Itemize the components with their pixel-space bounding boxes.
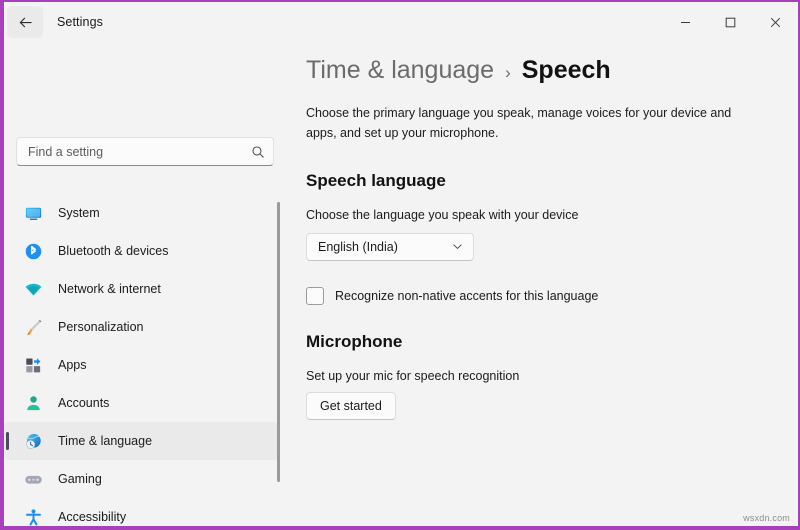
window-controls xyxy=(663,2,798,42)
sidebar-item-personalization[interactable]: Personalization xyxy=(4,308,278,346)
sidebar-item-label: Bluetooth & devices xyxy=(58,244,169,258)
main-content: Time & language › Speech Choose the prim… xyxy=(286,42,798,526)
watermark: wsxdn.com xyxy=(743,513,790,523)
settings-window: Settings Find a setting System Bluetooth… xyxy=(0,0,800,530)
page-description: Choose the primary language you speak, m… xyxy=(306,106,732,141)
back-button[interactable] xyxy=(7,6,43,38)
sidebar-item-label: Personalization xyxy=(58,320,144,334)
back-arrow-icon xyxy=(19,17,32,27)
search-input[interactable] xyxy=(28,144,251,159)
section-title-speech-language: Speech language xyxy=(306,170,446,190)
sidebar-item-label: Apps xyxy=(58,358,87,372)
sidebar-item-bluetooth-devices[interactable]: Bluetooth & devices xyxy=(4,232,278,270)
search-icon xyxy=(251,145,265,159)
breadcrumb: Time & language › Speech xyxy=(306,56,798,85)
sidebar-item-label: Network & internet xyxy=(58,282,161,296)
sidebar-nav: System Bluetooth & devices Network & int… xyxy=(4,194,286,526)
accessibility-person-icon xyxy=(22,506,44,526)
close-button[interactable] xyxy=(753,2,798,42)
sidebar-item-label: Accounts xyxy=(58,396,110,410)
page-title: Speech xyxy=(521,56,611,84)
gamepad-icon xyxy=(22,468,44,490)
speech-language-dropdown[interactable]: English (India) xyxy=(306,232,474,261)
sidebar-item-label: Accessibility xyxy=(58,510,127,524)
minimize-button[interactable] xyxy=(663,2,708,42)
sidebar-item-apps[interactable]: Apps xyxy=(4,346,278,384)
section-title-microphone: Microphone xyxy=(306,331,403,351)
sidebar: System Bluetooth & devices xyxy=(4,42,286,526)
speech-language-subtitle: Choose the language you speak with your … xyxy=(306,207,579,222)
sidebar-item-accessibility[interactable]: Accessibility xyxy=(4,498,278,526)
sidebar-item-label: Time & language xyxy=(58,434,153,448)
recognize-accents-label: Recognize non-native accents for this la… xyxy=(335,288,599,303)
recognize-accents-row[interactable]: Recognize non-native accents for this la… xyxy=(306,286,798,305)
title-bar: Settings xyxy=(4,2,798,42)
sidebar-scrollbar-thumb[interactable] xyxy=(277,202,280,482)
sidebar-item-label: Gaming xyxy=(58,472,102,486)
sidebar-item-network-internet[interactable]: Network & internet xyxy=(4,270,278,308)
sidebar-item-accounts[interactable]: Accounts xyxy=(4,384,278,422)
globe-clock-icon xyxy=(22,430,44,452)
close-icon xyxy=(770,17,781,27)
get-started-button[interactable]: Get started xyxy=(306,391,396,420)
search-box[interactable] xyxy=(16,137,274,166)
recognize-accents-checkbox[interactable] xyxy=(306,286,324,305)
microphone-subtitle: Set up your mic for speech recognition xyxy=(306,368,520,383)
speech-language-selected-value: English (India) xyxy=(318,239,398,254)
sidebar-item-label: System xyxy=(58,206,100,220)
sidebar-item-system[interactable]: System xyxy=(4,194,278,232)
sidebar-item-time-language[interactable]: Time & language xyxy=(4,422,278,460)
sidebar-item-gaming[interactable]: Gaming xyxy=(4,460,278,498)
sidebar-scrollbar[interactable] xyxy=(277,202,280,482)
breadcrumb-parent-link[interactable]: Time & language xyxy=(306,56,494,85)
maximize-button[interactable] xyxy=(708,2,753,42)
apps-icon xyxy=(22,354,44,376)
app-title: Settings xyxy=(57,15,103,29)
bluetooth-icon xyxy=(22,240,44,262)
minimize-icon xyxy=(681,21,690,23)
maximize-icon xyxy=(725,17,736,27)
wifi-icon xyxy=(22,278,44,300)
breadcrumb-separator-icon: › xyxy=(505,63,511,82)
paintbrush-icon xyxy=(22,316,44,338)
person-icon xyxy=(22,392,44,414)
monitor-icon xyxy=(22,202,44,224)
chevron-down-icon xyxy=(452,241,463,252)
